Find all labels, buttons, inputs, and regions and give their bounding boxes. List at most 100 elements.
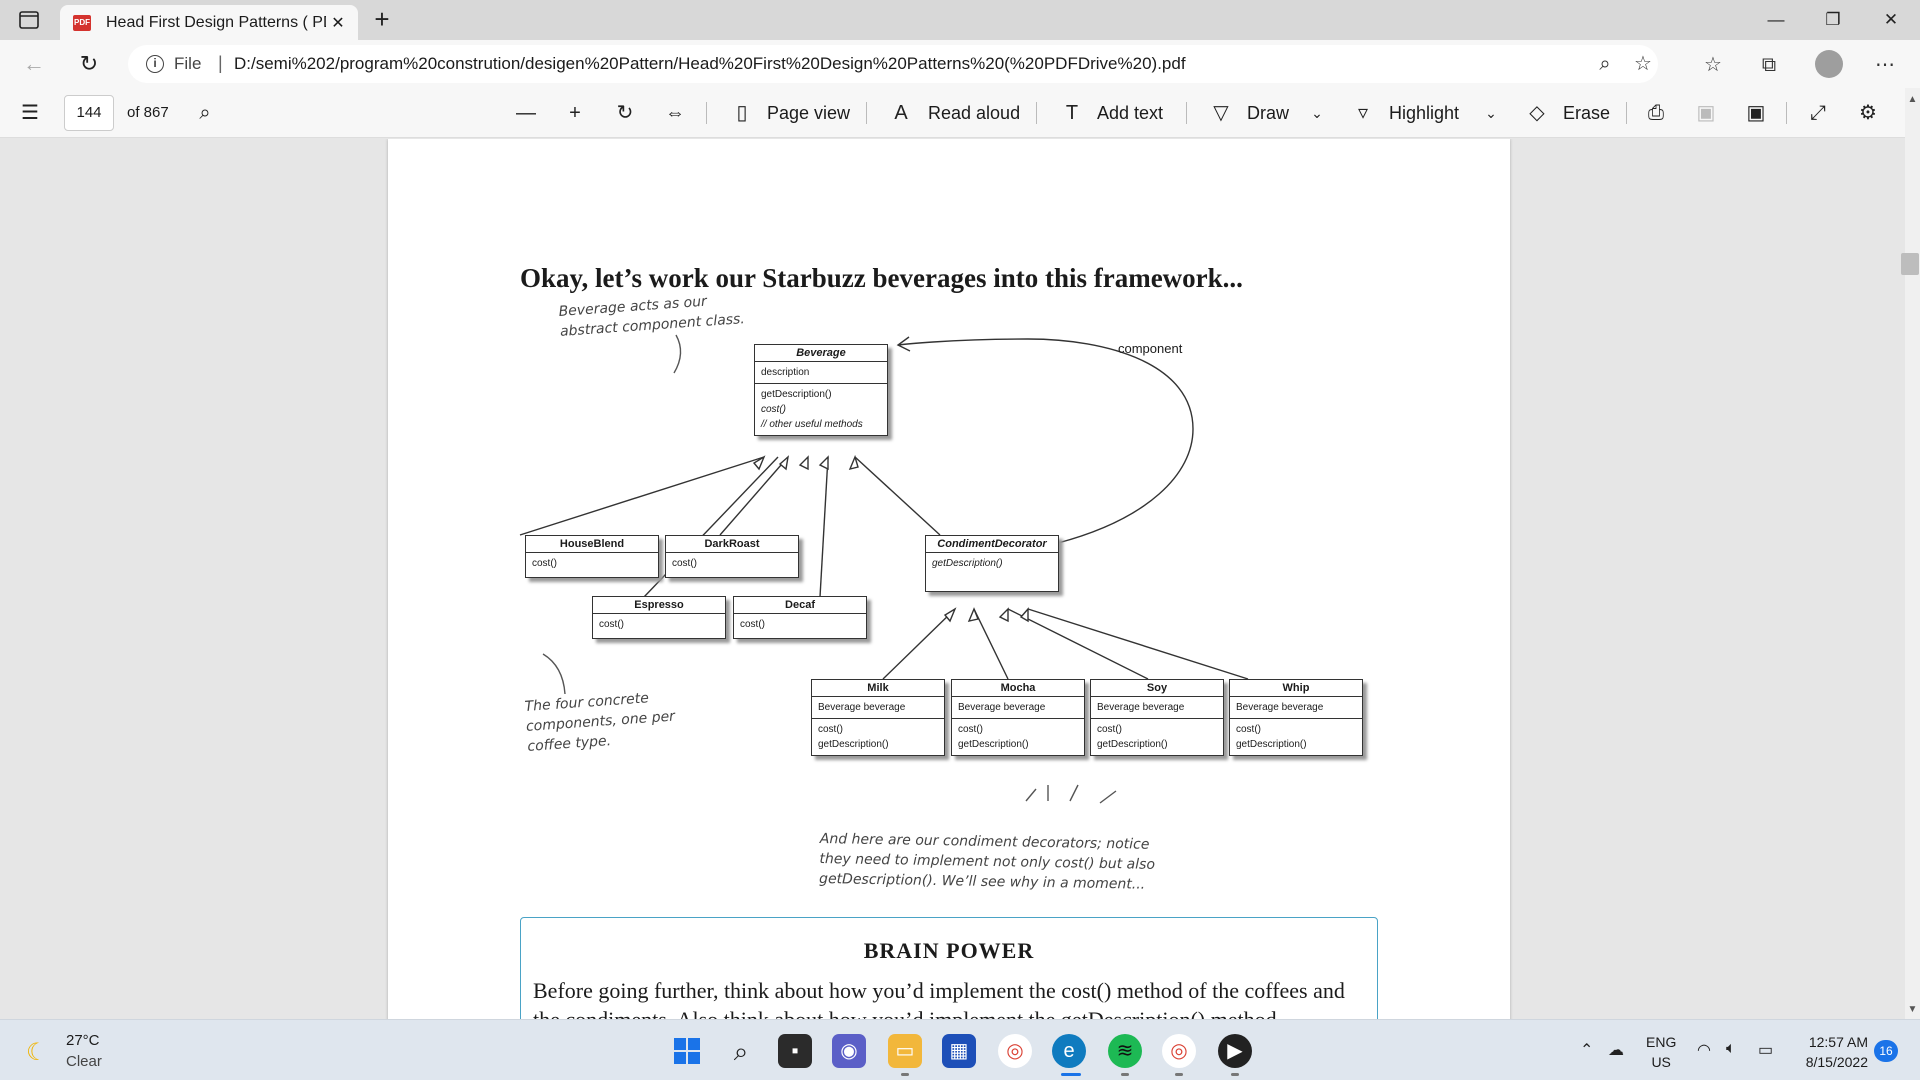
class-method: cost() <box>818 724 843 735</box>
restore-icon[interactable]: ❐ <box>1810 6 1856 34</box>
note-concrete-components: The four concrete components, one per co… <box>524 687 677 757</box>
media-player-icon[interactable]: ▶ <box>1218 1034 1252 1068</box>
clock[interactable]: 12:57 AM 8/15/2022 <box>1796 1032 1868 1072</box>
moon-icon[interactable]: ☾ <box>26 1038 48 1067</box>
class-method: getDescription() <box>761 389 832 400</box>
browser-tab[interactable]: PDF Head First Design Patterns ( PDF ✕ <box>60 5 358 40</box>
class-name: Beverage <box>755 345 887 362</box>
contents-icon[interactable]: ☰ <box>17 100 43 126</box>
chat-icon[interactable]: ◉ <box>832 1034 866 1068</box>
scroll-down-icon[interactable]: ▼ <box>1905 1004 1920 1015</box>
class-method: getDescription() <box>932 558 1003 569</box>
avatar[interactable] <box>1815 50 1843 78</box>
pdf-viewer[interactable]: Okay, let’s work our Starbuzz beverages … <box>0 139 1905 1019</box>
class-method: getDescription() <box>1236 739 1307 750</box>
highlight-button[interactable]: Highlight <box>1389 103 1459 124</box>
uml-class-decaf: Decaf cost() <box>733 596 867 639</box>
uml-class-darkroast: DarkRoast cost() <box>665 535 799 578</box>
spotify-icon[interactable]: ≋ <box>1108 1034 1142 1068</box>
favorites-icon[interactable]: ☆ <box>1700 52 1726 78</box>
class-method: cost() <box>1236 724 1261 735</box>
uml-connectors <box>519 334 1249 804</box>
tab-close-icon[interactable]: ✕ <box>328 13 348 33</box>
erase-button[interactable]: Erase <box>1563 103 1610 124</box>
minimize-icon[interactable]: — <box>1753 6 1799 34</box>
clock-date: 8/15/2022 <box>1805 1054 1868 1070</box>
taskbar: ☾ 27°C Clear ⌕ ▪ ◉ ▭ ▦ ◎ e ≋ ◎ ▶ ⌃ ☁ ENG… <box>0 1019 1920 1080</box>
divider <box>1036 102 1037 124</box>
refresh-icon[interactable]: ↻ <box>75 50 103 78</box>
zoom-out-icon[interactable]: — <box>513 100 539 126</box>
add-text-icon[interactable]: T <box>1059 100 1085 126</box>
url-text[interactable]: D:/semi%202/program%20constrution/desige… <box>234 54 1186 74</box>
weather-temp[interactable]: 27°C <box>66 1032 100 1049</box>
save-as-icon[interactable]: ▣ <box>1743 100 1769 126</box>
back-icon[interactable]: ← <box>20 50 48 78</box>
fit-page-icon[interactable]: ⇔ <box>662 100 688 126</box>
note-condiment-decorators: And here are our condiment decorators; n… <box>819 829 1156 895</box>
tab-title: Head First Design Patterns ( PDF <box>106 14 326 31</box>
add-text-button[interactable]: Add text <box>1097 103 1163 124</box>
chrome-profile-icon[interactable]: ◎ <box>1162 1034 1196 1068</box>
class-method: cost() <box>958 724 983 735</box>
chevron-up-icon[interactable]: ⌃ <box>1580 1040 1593 1060</box>
uml-class-espresso: Espresso cost() <box>592 596 726 639</box>
scroll-up-icon[interactable]: ▲ <box>1905 94 1920 105</box>
address-bar[interactable]: i File | D:/semi%202/program%20construti… <box>128 45 1658 83</box>
info-icon[interactable]: i <box>146 55 164 73</box>
volume-icon[interactable]: 🔈︎ <box>1726 1040 1736 1058</box>
page-number-input[interactable]: 144 <box>64 95 114 131</box>
scheme-label: File <box>174 54 202 73</box>
store-icon[interactable]: ▦ <box>942 1034 976 1068</box>
erase-icon[interactable]: ◇ <box>1524 100 1550 126</box>
window-close-icon[interactable]: ✕ <box>1868 6 1914 34</box>
tab-actions-icon[interactable] <box>18 10 40 30</box>
draw-button[interactable]: Draw <box>1247 103 1289 124</box>
new-tab-icon[interactable]: + <box>368 5 396 33</box>
zoom-icon[interactable]: ⌕ <box>1592 51 1618 77</box>
active-indicator <box>1061 1073 1081 1076</box>
print-icon[interactable]: ⎙ <box>1643 100 1669 126</box>
edge-icon[interactable]: e <box>1052 1034 1086 1068</box>
save-icon[interactable]: ▣ <box>1693 100 1719 126</box>
page-view-icon[interactable]: ▯ <box>729 100 755 126</box>
class-field: description <box>755 362 887 384</box>
collections-icon[interactable]: ⧉ <box>1756 52 1782 78</box>
wifi-icon[interactable]: ◠ <box>1697 1040 1711 1060</box>
zoom-in-icon[interactable]: + <box>562 100 588 126</box>
rotate-icon[interactable]: ↻ <box>612 100 638 126</box>
class-field: Beverage beverage <box>952 697 1084 719</box>
weather-desc[interactable]: Clear <box>66 1053 102 1070</box>
class-name: Soy <box>1091 680 1223 697</box>
read-aloud-icon[interactable]: A <box>888 100 914 126</box>
notification-badge[interactable]: 16 <box>1874 1040 1898 1062</box>
task-view-icon[interactable]: ▪ <box>778 1034 812 1068</box>
chrome-icon[interactable]: ◎ <box>998 1034 1032 1068</box>
page-view-button[interactable]: Page view <box>767 103 850 124</box>
start-icon[interactable] <box>670 1034 704 1068</box>
component-association-label: component <box>1118 341 1183 356</box>
scrollbar-thumb[interactable] <box>1901 253 1919 275</box>
highlight-icon[interactable]: ▿ <box>1350 100 1376 126</box>
class-method: cost() <box>672 558 697 569</box>
search-icon[interactable]: ⌕ <box>724 1034 758 1068</box>
onedrive-icon[interactable]: ☁ <box>1608 1040 1624 1060</box>
settings-gear-icon[interactable]: ⚙ <box>1855 100 1881 126</box>
divider <box>866 102 867 124</box>
search-icon[interactable]: ⌕ <box>192 100 218 126</box>
class-field: Beverage beverage <box>812 697 944 719</box>
class-method: getDescription() <box>1097 739 1168 750</box>
highlight-chevron-down-icon[interactable]: ⌄ <box>1478 100 1504 126</box>
more-icon[interactable]: ⋯ <box>1872 52 1898 78</box>
fullscreen-icon[interactable]: ⤢ <box>1805 100 1831 126</box>
draw-chevron-down-icon[interactable]: ⌄ <box>1304 100 1330 126</box>
file-explorer-icon[interactable]: ▭ <box>888 1034 922 1068</box>
vertical-scrollbar[interactable] <box>1905 88 1920 1019</box>
add-favorite-icon[interactable]: ☆ <box>1630 51 1656 77</box>
language-indicator[interactable]: ENG US <box>1646 1032 1676 1072</box>
battery-icon[interactable]: ▭ <box>1758 1040 1773 1060</box>
uml-class-condimentdecorator: CondimentDecorator getDescription() <box>925 535 1059 592</box>
read-aloud-button[interactable]: Read aloud <box>928 103 1020 124</box>
draw-icon[interactable]: ▽ <box>1208 100 1234 126</box>
class-method: cost() <box>740 619 765 630</box>
